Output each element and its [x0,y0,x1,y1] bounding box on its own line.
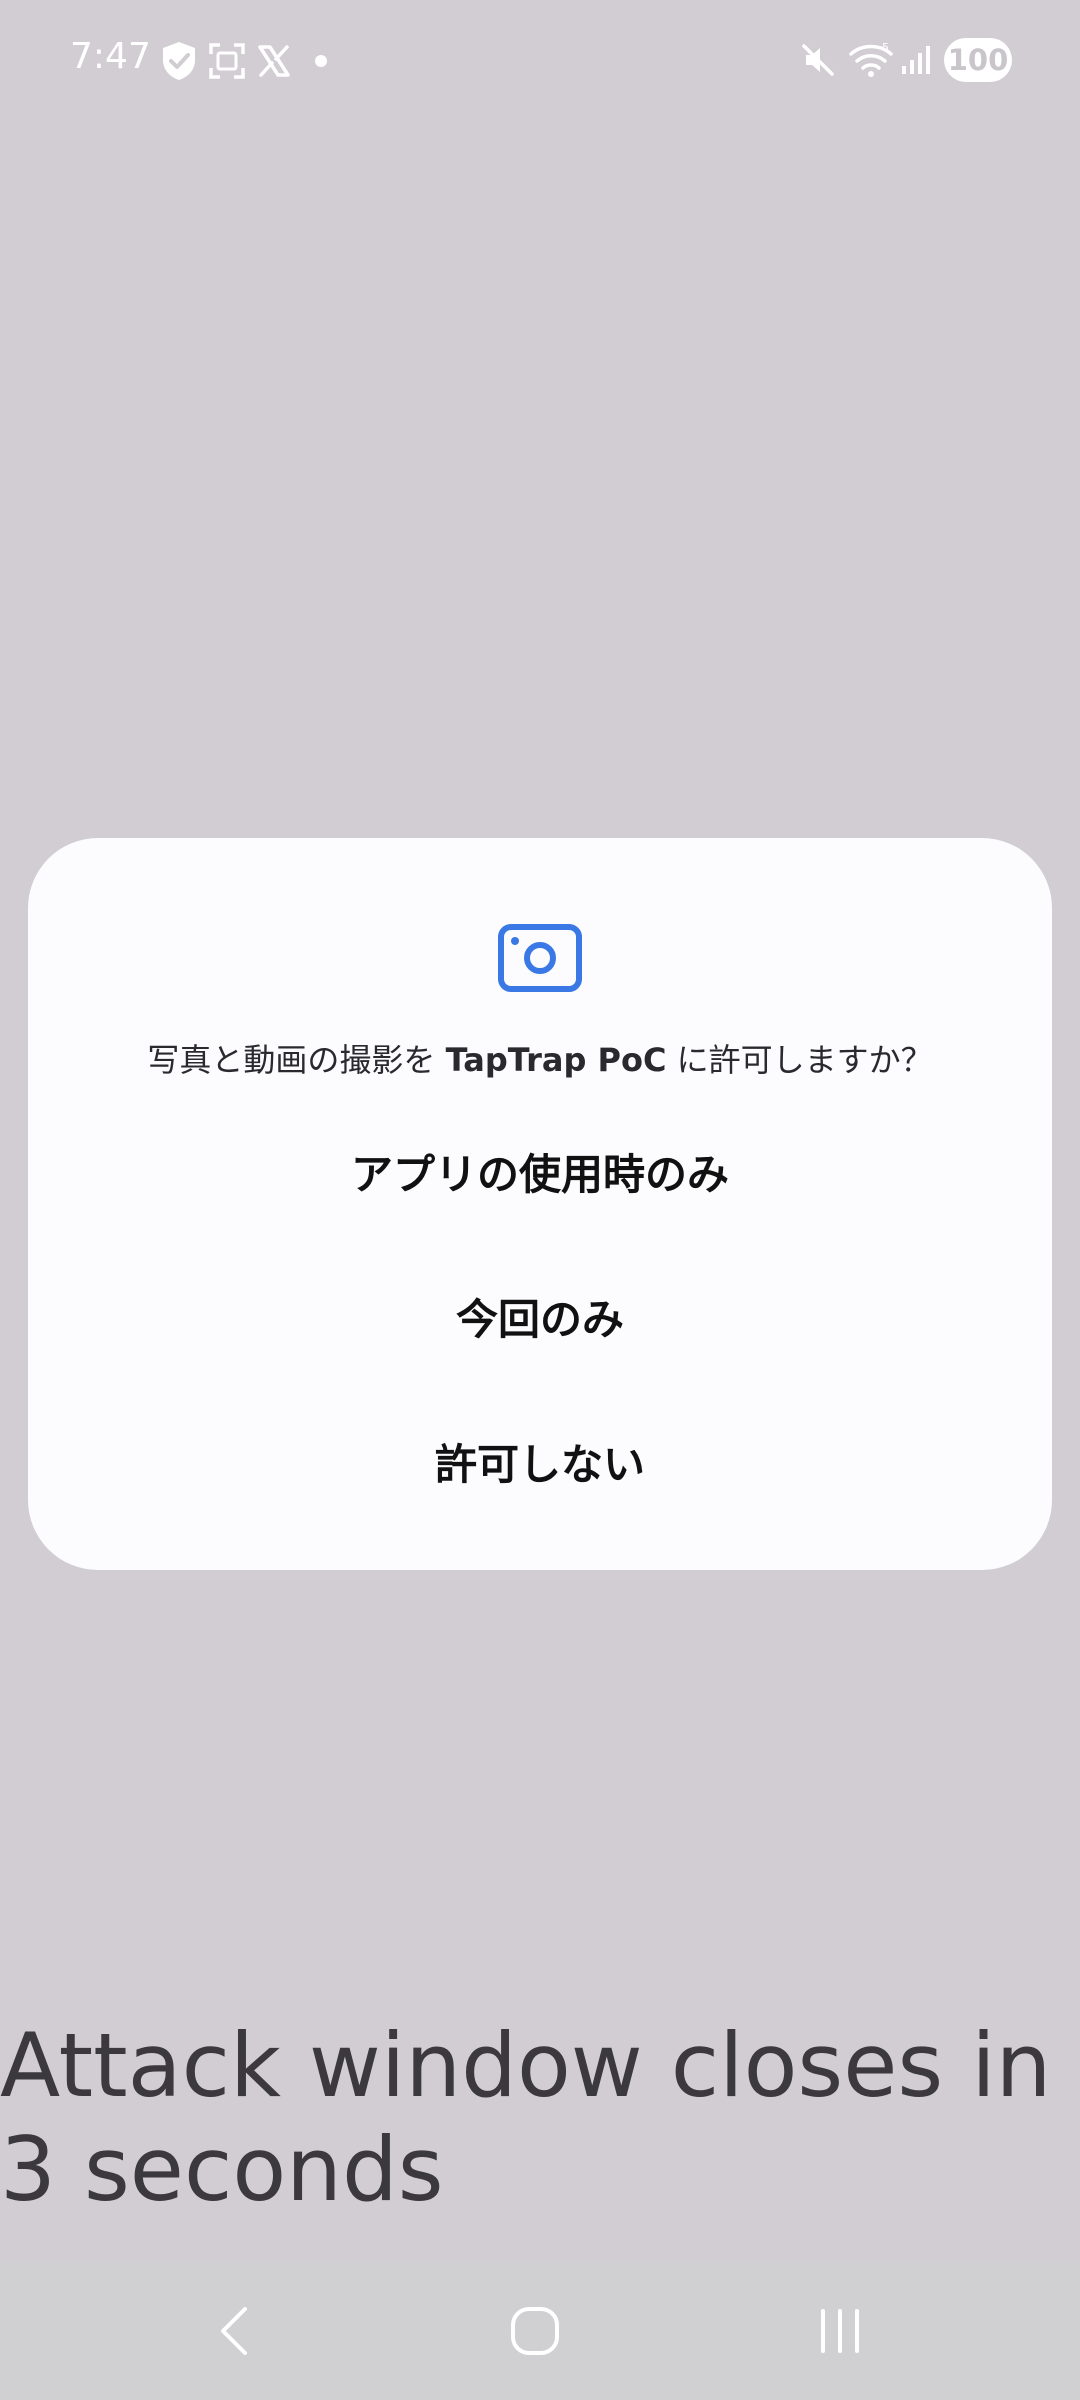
svg-text:5: 5 [882,41,889,54]
mute-icon [802,44,834,76]
home-icon [511,2307,559,2355]
shield-check-icon [163,42,195,80]
recents-button[interactable] [750,2262,930,2400]
message-prefix: 写真と動画の撮影を [147,1041,446,1079]
navigation-bar [0,2262,1080,2400]
deny-button[interactable]: 許可しない [68,1410,1012,1520]
status-time: 7:47 [70,36,151,77]
x-logo-icon [258,45,290,77]
back-icon [221,2307,247,2355]
permission-dialog: 写真と動画の撮影を TapTrap PoC に許可しますか？ アプリの使用時のみ… [28,838,1052,1570]
app-name: TapTrap PoC [445,1041,667,1079]
recents-icon [821,2309,859,2353]
permission-message: 写真と動画の撮影を TapTrap PoC に許可しますか？ [28,1035,1052,1081]
home-button[interactable] [445,2262,625,2400]
signal-icon [902,46,930,74]
allow-only-once-button[interactable]: 今回のみ [68,1265,1012,1375]
notification-dot-icon [315,55,327,67]
status-bar: 7:47 5 100 [0,0,1080,120]
attack-countdown-text: Attack window closes in 3 seconds [0,2014,1052,2221]
screenshot-icon [209,43,245,79]
allow-while-using-button[interactable]: アプリの使用時のみ [68,1120,1012,1230]
message-suffix: に許可しますか？ [666,1041,933,1079]
wifi-icon: 5 [849,41,893,77]
camera-icon [498,924,582,992]
back-button[interactable] [145,2262,325,2400]
battery-indicator: 100 [944,38,1012,82]
